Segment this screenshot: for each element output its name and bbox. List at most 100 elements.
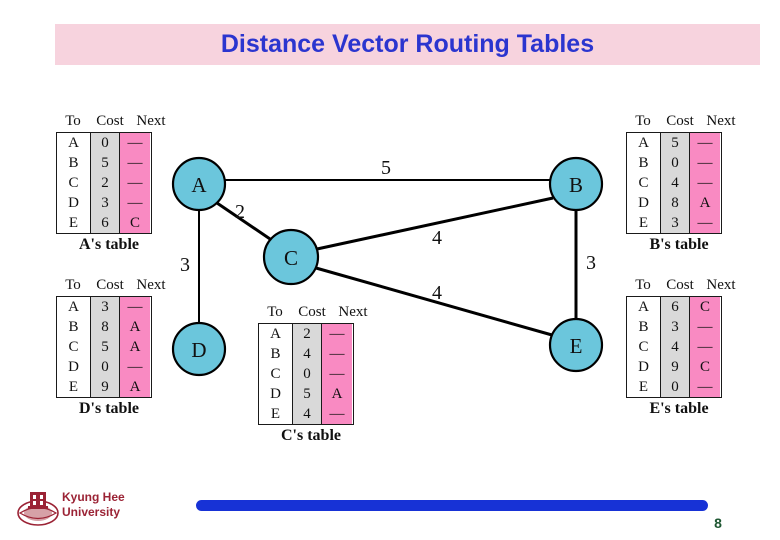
routing-table-b: To Cost Next A B C D E 5 0 4 8 3 — — — A… [626, 112, 742, 254]
table-a-to-1: B [68, 155, 79, 171]
table-e-header-to: To [635, 277, 651, 293]
table-d-cost-0: 3 [101, 299, 109, 315]
table-b-header-row: To Cost Next [626, 112, 742, 131]
table-c-cost-1: 4 [303, 346, 311, 362]
node-circle-e [548, 317, 604, 373]
table-b-cost-3: 8 [671, 195, 679, 211]
network-topology-graph: A B C D E 5 2 3 4 4 3 [171, 156, 604, 377]
table-a-next-0: — [127, 135, 143, 151]
table-d-col-next: — A A — A [120, 297, 150, 397]
table-e-next-4: — [697, 379, 713, 395]
table-a-next-3: — [127, 195, 143, 211]
table-e-cost-0: 6 [671, 299, 679, 315]
table-b-next-3: A [699, 195, 711, 211]
node-circle-a [171, 156, 227, 212]
table-a-col-next: — — — — C [120, 133, 150, 233]
table-b-to-3: D [638, 195, 649, 211]
table-e-header-next: Next [706, 277, 736, 293]
table-d-cost-4: 9 [101, 379, 109, 395]
table-d-grid: A B C D E 3 8 5 0 9 — A A — A [56, 296, 152, 398]
footer-accent-bar [196, 500, 708, 511]
table-e-next-0: C [699, 299, 710, 315]
table-b-next-1: — [697, 155, 713, 171]
table-d-col-cost: 3 8 5 0 9 [90, 297, 120, 397]
node-circle-b [548, 156, 604, 212]
node-label-d: D [191, 338, 206, 362]
table-c-col-next: — — — A — [322, 324, 352, 424]
table-d-header-cost: Cost [96, 277, 124, 293]
table-d-cost-3: 0 [101, 359, 109, 375]
table-d-to-4: E [68, 379, 79, 395]
node-label-b: B [569, 173, 583, 197]
table-d-cost-1: 8 [101, 319, 109, 335]
table-c-caption: C's table [281, 427, 341, 444]
table-d-next-0: — [127, 299, 143, 315]
table-e-next-3: C [699, 359, 710, 375]
edge-a-c [216, 201, 274, 243]
table-c-next-4: — [329, 406, 345, 422]
routing-table-e: To Cost Next A B C D E 6 3 4 9 0 C — — C… [626, 276, 742, 418]
routing-table-a: To Cost Next A B C D E 0 5 2 3 6 — — — —… [56, 112, 172, 254]
graph-node-e[interactable]: E [548, 317, 604, 373]
table-d-next-4: A [129, 379, 141, 395]
graph-node-b[interactable]: B [548, 156, 604, 212]
table-b-header-cost: Cost [666, 113, 694, 129]
table-a-col-cost: 0 5 2 3 6 [90, 133, 120, 233]
table-b-to-2: C [638, 175, 649, 191]
table-b-next-2: — [697, 175, 713, 191]
table-c-cost-2: 0 [303, 366, 311, 382]
table-d-header-to: To [65, 277, 81, 293]
table-a-cost-3: 3 [101, 195, 109, 211]
table-d-caption: D's table [79, 400, 139, 417]
table-c-next-0: — [329, 326, 345, 342]
table-a-next-2: — [127, 175, 143, 191]
table-d-cost-2: 5 [101, 339, 109, 355]
table-d-header-row: To Cost Next [56, 276, 172, 295]
table-e-next-1: — [697, 319, 713, 335]
table-b-cost-1: 0 [671, 155, 679, 171]
graph-node-c[interactable]: C [262, 228, 320, 286]
table-b-to-1: B [638, 155, 649, 171]
edge-cost-a-c: 2 [235, 201, 245, 223]
table-a-to-0: A [68, 135, 79, 151]
table-c-header-to: To [267, 304, 283, 320]
routing-table-c: To Cost Next A B C D E 2 4 0 5 4 — — — A… [258, 303, 374, 445]
table-a-header-row: To Cost Next [56, 112, 172, 131]
table-e-header-row: To Cost Next [626, 276, 742, 295]
table-b-caption: B's table [649, 236, 709, 253]
table-d-to-3: D [68, 359, 79, 375]
table-e-col-cost: 6 3 4 9 0 [660, 297, 690, 397]
table-e-next-2: — [697, 339, 713, 355]
table-e-header-cost: Cost [666, 277, 694, 293]
table-d-to-0: A [68, 299, 79, 315]
table-d-to-1: B [68, 319, 79, 335]
graph-node-d[interactable]: D [171, 321, 227, 377]
table-b-header-to: To [635, 113, 651, 129]
table-a-header-next: Next [136, 113, 166, 129]
table-e-col-to: A B C D E [627, 297, 660, 397]
table-d-next-1: A [129, 319, 141, 335]
table-b-cost-4: 3 [671, 215, 679, 231]
table-d-next-2: A [129, 339, 141, 355]
table-e-to-2: C [638, 339, 649, 355]
table-c-header-next: Next [338, 304, 368, 320]
table-c-to-4: E [270, 406, 281, 422]
kyung-hee-crest-logo-icon [17, 492, 59, 526]
node-circle-d [171, 321, 227, 377]
table-c-grid: A B C D E 2 4 0 5 4 — — — A — [258, 323, 354, 425]
table-e-to-1: B [638, 319, 649, 335]
table-c-next-1: — [329, 346, 345, 362]
table-b-header-next: Next [706, 113, 736, 129]
table-c-header-row: To Cost Next [258, 303, 374, 322]
edge-cost-a-d: 3 [180, 254, 190, 276]
routing-table-d: To Cost Next A B C D E 3 8 5 0 9 — A A —… [56, 276, 172, 418]
table-b-to-4: E [638, 215, 649, 231]
table-b-grid: A B C D E 5 0 4 8 3 — — — A — [626, 132, 722, 234]
table-e-cost-1: 3 [671, 319, 679, 335]
node-label-a: A [191, 173, 207, 197]
footer-university-name: Kyung Hee University [62, 490, 172, 520]
table-a-grid: A B C D E 0 5 2 3 6 — — — — C [56, 132, 152, 234]
table-c-col-cost: 2 4 0 5 4 [292, 324, 322, 424]
table-c-cost-4: 4 [303, 406, 311, 422]
graph-node-a[interactable]: A [171, 156, 227, 212]
